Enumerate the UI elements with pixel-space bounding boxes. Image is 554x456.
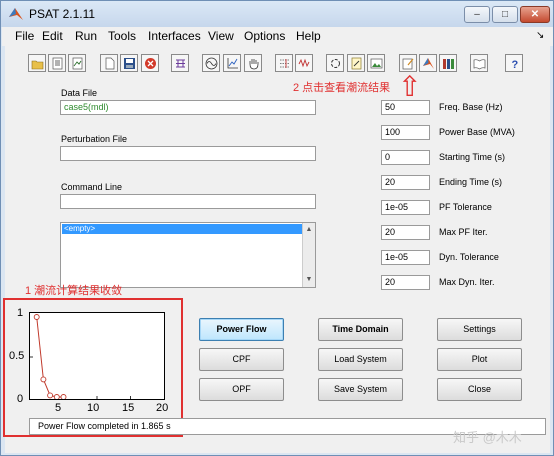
close-window-button[interactable]: ✕ (520, 6, 550, 23)
power-flow-button[interactable]: Power Flow (199, 318, 284, 341)
menu-file[interactable]: File (15, 29, 34, 43)
main-panel: ? 2 点击查看潮流结果 ⇧ Data File case5(mdl) Pert… (3, 46, 550, 453)
load-system-button[interactable]: Load System (318, 348, 403, 371)
svg-text:?: ? (511, 59, 518, 70)
max-dyn-iter-label: Max Dyn. Iter. (439, 277, 495, 287)
help-icon[interactable]: ? (505, 54, 523, 72)
max-pf-iter-label: Max PF Iter. (439, 227, 488, 237)
menu-help[interactable]: Help (296, 29, 321, 43)
dyn-tolerance-label: Dyn. Tolerance (439, 252, 499, 262)
edit-icon[interactable] (347, 54, 365, 72)
minimize-button[interactable]: – (464, 6, 490, 23)
window-title: PSAT 2.1.11 (29, 7, 96, 21)
scroll-down-icon[interactable]: ▼ (303, 275, 315, 285)
open-perturbation-icon[interactable] (68, 54, 86, 72)
data-file-field[interactable]: case5(mdl) (60, 100, 316, 115)
power-base-field[interactable]: 100 (381, 125, 430, 140)
command-history-list[interactable]: <empty> ▲ ▼ (60, 222, 316, 288)
status-text: Power Flow completed in 1.865 s (38, 421, 171, 431)
matlab-logo-icon (9, 8, 23, 20)
perturbation-file-field[interactable] (60, 146, 316, 161)
x-tick-label: 20 (156, 402, 169, 414)
book-icon[interactable] (470, 54, 488, 72)
data-file-label: Data File (61, 88, 98, 98)
menu-options[interactable]: Options (244, 29, 285, 43)
psat-window: PSAT 2.1.11 – □ ✕ File Edit Run Tools In… (0, 0, 554, 456)
scroll-up-icon[interactable]: ▲ (303, 225, 315, 235)
stop-icon[interactable] (141, 54, 159, 72)
hand-icon[interactable] (244, 54, 262, 72)
settings-button[interactable]: Settings (437, 318, 522, 341)
pf-tolerance-field[interactable]: 1e-05 (381, 200, 430, 215)
menu-interfaces[interactable]: Interfaces (148, 29, 201, 43)
up-arrow-annotation-icon: ⇧ (398, 71, 422, 102)
convergence-plot (29, 312, 165, 400)
y-tick-label: 1 (17, 307, 24, 319)
power-base-label: Power Base (MVA) (439, 127, 515, 137)
wave-plot-icon[interactable] (295, 54, 313, 72)
ending-time-label: Ending Time (s) (439, 177, 503, 187)
save-system-button[interactable]: Save System (318, 378, 403, 401)
plot-button[interactable]: Plot (437, 348, 522, 371)
chart-icon[interactable] (223, 54, 241, 72)
title-bar[interactable]: PSAT 2.1.11 – □ ✕ (1, 1, 553, 27)
max-pf-iter-field[interactable]: 20 (381, 225, 430, 240)
close-button[interactable]: Close (437, 378, 522, 401)
list-item[interactable]: <empty> (62, 224, 302, 234)
menu-edit[interactable]: Edit (42, 29, 63, 43)
freq-base-label: Freq. Base (Hz) (439, 102, 503, 112)
convergence-point (33, 314, 40, 320)
menu-view[interactable]: View (208, 29, 234, 43)
settings-grid-icon[interactable] (275, 54, 293, 72)
open-folder-icon[interactable] (28, 54, 46, 72)
open-data-icon[interactable] (48, 54, 66, 72)
maximize-button[interactable]: □ (492, 6, 518, 23)
report-icon[interactable] (399, 54, 417, 72)
menu-run[interactable]: Run (75, 29, 97, 43)
menu-tools[interactable]: Tools (108, 29, 136, 43)
command-line-field[interactable] (60, 194, 316, 209)
new-file-icon[interactable] (100, 54, 118, 72)
starting-time-label: Starting Time (s) (439, 152, 506, 162)
ending-time-field[interactable]: 20 (381, 175, 430, 190)
refresh-icon[interactable] (326, 54, 344, 72)
y-tick-label: 0 (17, 393, 24, 405)
starting-time-field[interactable]: 0 (381, 150, 430, 165)
convergence-point (40, 376, 47, 383)
opf-button[interactable]: OPF (199, 378, 284, 401)
y-tick-label: 0.5 (9, 350, 25, 362)
convergence-point (60, 394, 67, 400)
dyn-tolerance-field[interactable]: 1e-05 (381, 250, 430, 265)
network-icon[interactable] (171, 54, 189, 72)
convergence-plot-svg (30, 314, 131, 400)
sine-wave-icon[interactable] (202, 54, 220, 72)
menu-dock-arrow-icon[interactable]: ↘ (536, 30, 544, 41)
convergence-point (47, 392, 54, 399)
convergence-point (53, 394, 60, 400)
library-icon[interactable] (439, 54, 457, 72)
save-icon[interactable] (120, 54, 138, 72)
convergence-series-line (36, 316, 64, 398)
x-tick-label: 10 (87, 402, 100, 414)
pf-tolerance-label: PF Tolerance (439, 202, 492, 212)
time-domain-button[interactable]: Time Domain (318, 318, 403, 341)
max-dyn-iter-field[interactable]: 20 (381, 275, 430, 290)
list-scrollbar[interactable]: ▲ ▼ (302, 223, 315, 287)
view-results-annotation: 2 点击查看潮流结果 (293, 82, 391, 94)
command-line-label: Command Line (61, 182, 123, 192)
x-tick-label: 5 (55, 402, 62, 414)
perturbation-file-label: Perturbation File (61, 134, 128, 144)
watermark-text: 知乎 @木木 (453, 430, 522, 445)
menu-bar: File Edit Run Tools Interfaces View Opti… (2, 27, 553, 46)
freq-base-field[interactable]: 50 (381, 100, 430, 115)
matlab-icon[interactable] (419, 54, 437, 72)
cpf-button[interactable]: CPF (199, 348, 284, 371)
convergence-annotation: 1 潮流计算结果收敛 (25, 285, 123, 297)
x-tick-label: 15 (122, 402, 135, 414)
image-icon[interactable] (367, 54, 385, 72)
